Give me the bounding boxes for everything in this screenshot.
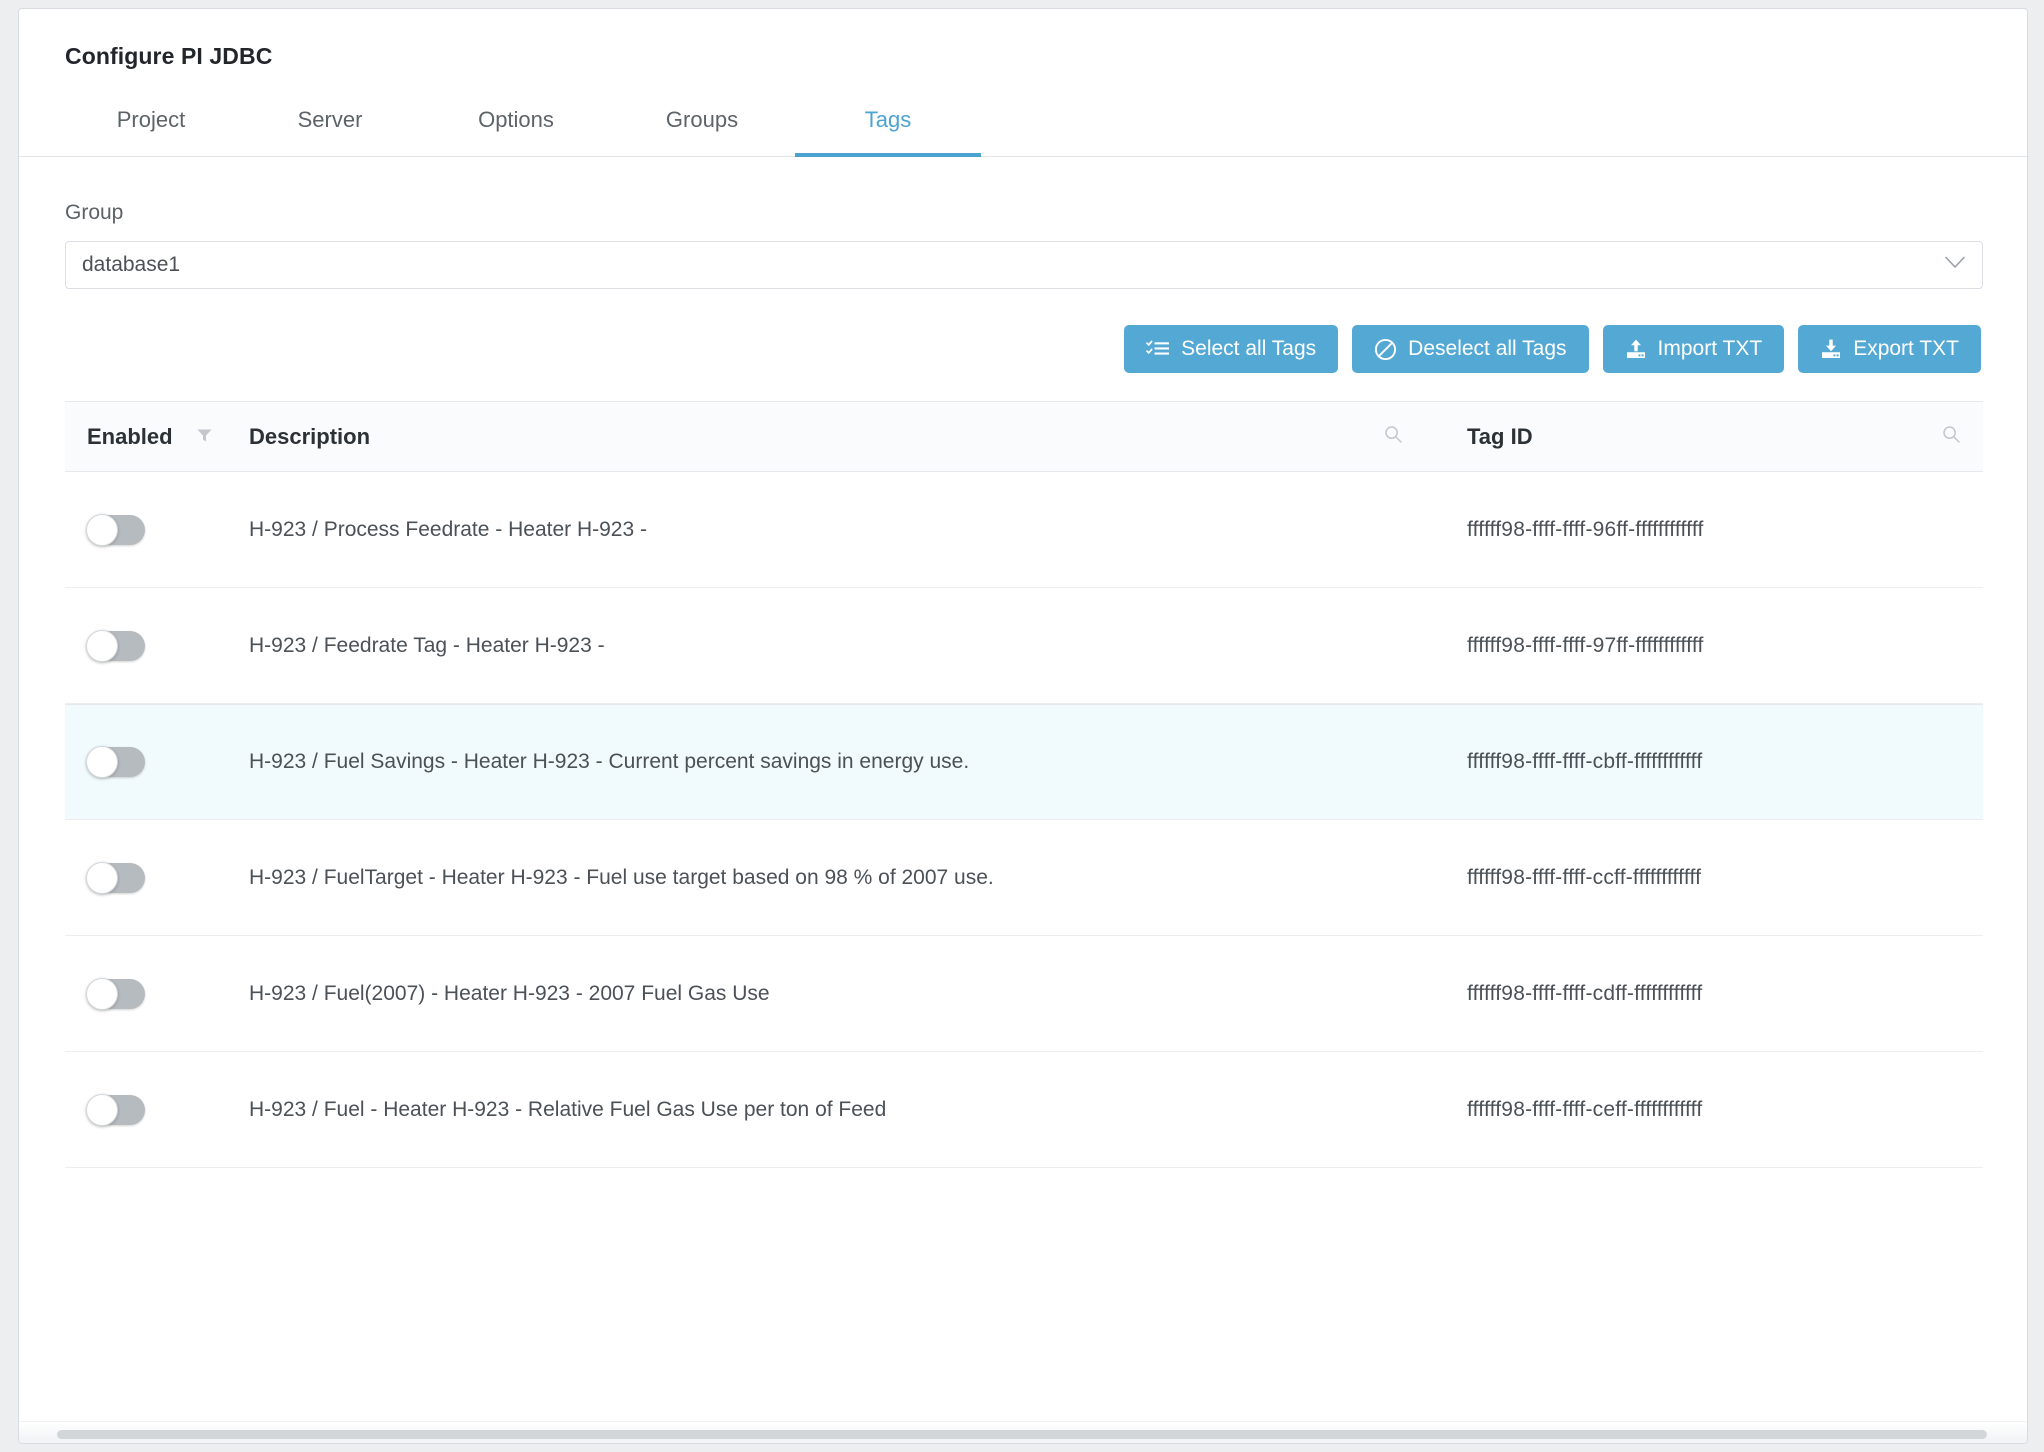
filter-icon[interactable] xyxy=(196,424,213,450)
horizontal-scrollbar[interactable] xyxy=(19,1421,2027,1443)
column-header-tag-id-label: Tag ID xyxy=(1467,423,1533,449)
toggle-knob xyxy=(86,1093,118,1126)
tag-id-cell: ffffff98-ffff-ffff-cbff-ffffffffffff xyxy=(1467,750,1703,773)
enabled-toggle[interactable] xyxy=(86,513,145,546)
panel-header: Configure PI JDBC Project Server Options… xyxy=(19,9,2027,157)
search-icon[interactable] xyxy=(1942,424,1961,450)
enabled-cell xyxy=(65,513,249,546)
tag-id-cell: ffffff98-ffff-ffff-97ff-ffffffffffff xyxy=(1467,633,1704,657)
page-title: Configure PI JDBC xyxy=(65,43,273,69)
download-icon xyxy=(1820,338,1842,360)
enabled-cell xyxy=(65,861,249,894)
select-all-tags-label: Select all Tags xyxy=(1181,337,1317,360)
description-cell: H-923 / Feedrate Tag - Heater H-923 - xyxy=(249,633,605,657)
toggle-knob xyxy=(86,977,118,1010)
import-txt-button[interactable]: Import TXT xyxy=(1602,325,1785,373)
description-cell: H-923 / Fuel Savings - Heater H-923 - Cu… xyxy=(249,750,970,773)
export-txt-label: Export TXT xyxy=(1853,337,1959,360)
description-cell: H-923 / Fuel - Heater H-923 - Relative F… xyxy=(249,1097,887,1121)
list-check-icon xyxy=(1146,339,1170,359)
table-row[interactable]: H-923 / Fuel(2007) - Heater H-923 - 2007… xyxy=(65,936,1983,1052)
tab-groups[interactable]: Groups xyxy=(609,93,795,157)
column-header-tag-id: Tag ID xyxy=(1433,402,1983,471)
tags-table: Enabled Description Tag ID H-923 / Proce… xyxy=(65,401,1983,1168)
toggle-knob xyxy=(86,513,118,546)
tags-toolbar: Select all Tags Deselect all Tags Import… xyxy=(65,325,1981,373)
configure-pi-jdbc-window: Configure PI JDBC Project Server Options… xyxy=(18,8,2028,1444)
enabled-cell xyxy=(65,1093,249,1126)
import-txt-label: Import TXT xyxy=(1657,337,1763,360)
column-header-enabled: Enabled xyxy=(65,402,249,471)
column-header-description-label: Description xyxy=(249,423,371,449)
deselect-all-tags-button[interactable]: Deselect all Tags xyxy=(1352,325,1589,373)
ban-icon xyxy=(1374,338,1397,361)
enabled-toggle[interactable] xyxy=(86,629,145,662)
enabled-cell xyxy=(65,746,249,778)
enabled-toggle[interactable] xyxy=(86,861,145,894)
group-select[interactable]: database1 xyxy=(65,241,1983,289)
tab-project[interactable]: Project xyxy=(65,93,237,157)
tab-options[interactable]: Options xyxy=(423,93,609,157)
toggle-knob xyxy=(86,861,118,894)
table-row[interactable]: H-923 / Fuel - Heater H-923 - Relative F… xyxy=(65,1052,1983,1168)
column-header-enabled-label: Enabled xyxy=(87,423,173,449)
toggle-knob xyxy=(86,629,118,662)
deselect-all-tags-label: Deselect all Tags xyxy=(1408,337,1567,360)
group-select-wrap: database1 xyxy=(65,241,1983,289)
horizontal-scrollbar-thumb[interactable] xyxy=(57,1430,1987,1439)
enabled-cell xyxy=(65,629,249,662)
table-row[interactable]: H-923 / Process Feedrate - Heater H-923 … xyxy=(65,472,1983,588)
tag-id-cell: ffffff98-ffff-ffff-cdff-ffffffffffff xyxy=(1467,981,1703,1005)
group-label: Group xyxy=(65,201,124,224)
column-header-description: Description xyxy=(249,402,1433,471)
upload-icon xyxy=(1625,338,1647,360)
table-row[interactable]: H-923 / FuelTarget - Heater H-923 - Fuel… xyxy=(65,820,1983,936)
table-header-row: Enabled Description Tag ID xyxy=(65,402,1983,472)
description-cell: H-923 / Fuel(2007) - Heater H-923 - 2007… xyxy=(249,981,770,1005)
description-cell: H-923 / FuelTarget - Heater H-923 - Fuel… xyxy=(249,865,994,889)
export-txt-button[interactable]: Export TXT xyxy=(1798,325,1981,373)
search-icon[interactable] xyxy=(1384,424,1403,450)
tag-id-cell: ffffff98-ffff-ffff-ccff-ffffffffffff xyxy=(1467,865,1702,889)
enabled-toggle[interactable] xyxy=(86,1093,145,1126)
description-cell: H-923 / Process Feedrate - Heater H-923 … xyxy=(249,517,647,541)
tab-strip: Project Server Options Groups Tags xyxy=(19,92,2027,157)
table-row[interactable]: H-923 / Fuel Savings - Heater H-923 - Cu… xyxy=(65,704,1983,820)
tag-id-cell: ffffff98-ffff-ffff-96ff-ffffffffffff xyxy=(1467,517,1704,541)
toggle-knob xyxy=(86,746,118,778)
tag-id-cell: ffffff98-ffff-ffff-ceff-ffffffffffff xyxy=(1467,1097,1703,1121)
select-all-tags-button[interactable]: Select all Tags xyxy=(1124,325,1339,373)
panel-body: Group database1 Select all Tags Deselect… xyxy=(19,201,2027,1168)
tab-tags[interactable]: Tags xyxy=(795,93,981,157)
table-row[interactable]: H-923 / Feedrate Tag - Heater H-923 - ff… xyxy=(65,588,1983,704)
group-select-value: database1 xyxy=(82,253,181,276)
enabled-cell xyxy=(65,977,249,1010)
tab-server[interactable]: Server xyxy=(237,93,423,157)
enabled-toggle[interactable] xyxy=(86,977,145,1010)
enabled-toggle[interactable] xyxy=(86,746,145,778)
